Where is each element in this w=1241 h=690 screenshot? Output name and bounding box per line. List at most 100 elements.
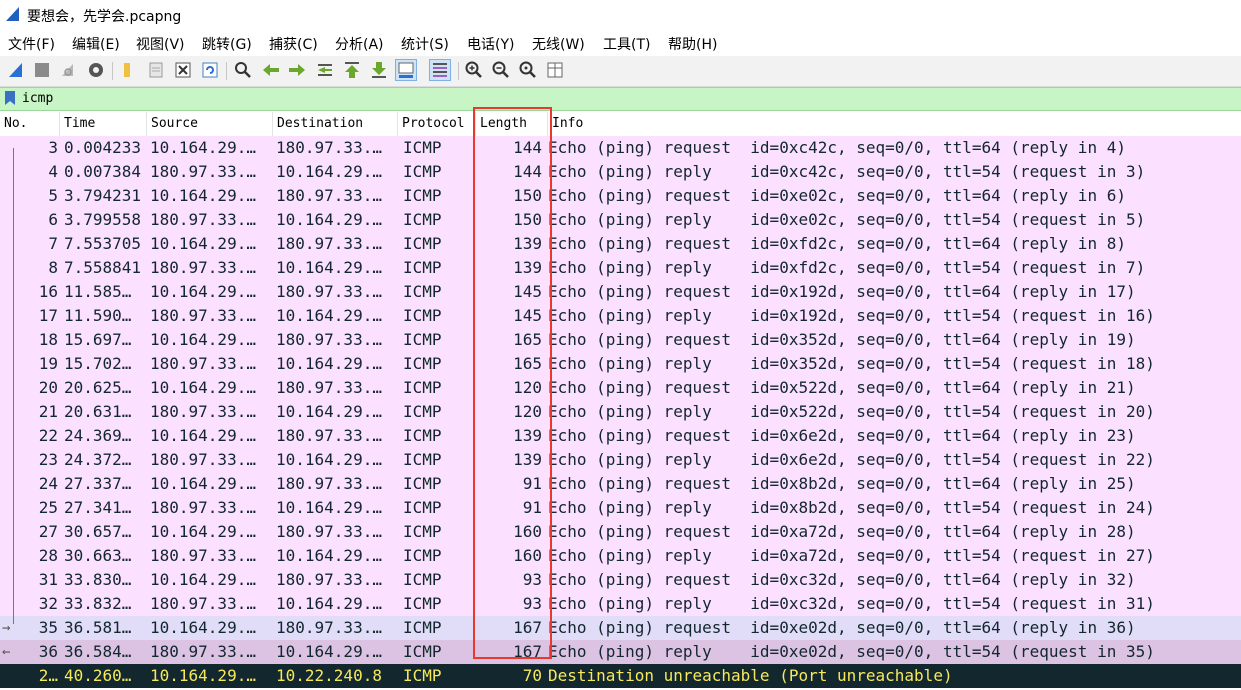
capture-options-icon[interactable] — [86, 60, 106, 80]
cell-info: Echo (ping) request id=0xc42c, seq=0/0, … — [548, 138, 1126, 157]
cell-time: 36.584… — [64, 642, 132, 661]
packet-row[interactable]: 17 11.590… 180.97.33.… 10.164.29.… ICMP 145 Ec… — [0, 304, 1241, 328]
auto-scroll-icon[interactable] — [395, 59, 417, 81]
cell-protocol: ICMP — [403, 474, 442, 493]
cell-length: 150 — [513, 210, 542, 229]
restart-capture-icon[interactable] — [58, 60, 78, 80]
menu-view[interactable]: 视图(V) — [136, 34, 185, 54]
cell-time: 30.657… — [64, 522, 132, 541]
menu-go[interactable]: 跳转(G) — [202, 34, 252, 54]
packet-row[interactable]: 2… 40.260… 10.164.29.… 10.22.240.8 ICMP 70 Des… — [0, 664, 1241, 688]
cell-length: 70 — [522, 666, 542, 685]
cell-destination: 10.164.29.… — [276, 354, 382, 373]
cell-time: 33.832… — [64, 594, 132, 613]
cell-time: 7.558841 — [64, 258, 142, 277]
packet-row[interactable]: 8 7.558841 180.97.33.… 10.164.29.… ICMP 139 Ec… — [0, 256, 1241, 280]
packet-row[interactable]: 5 3.794231 10.164.29.… 180.97.33.… ICMP 150 Ec… — [0, 184, 1241, 208]
menu-file[interactable]: 文件(F) — [8, 34, 55, 54]
bookmark-icon[interactable] — [3, 90, 17, 106]
find-packet-icon[interactable] — [233, 60, 253, 80]
cell-no: 32 — [38, 594, 58, 613]
packet-row[interactable]: 28 30.663… 180.97.33.… 10.164.29.… ICMP 160 Ec… — [0, 544, 1241, 568]
packet-row[interactable]: 31 33.830… 10.164.29.… 180.97.33.… ICMP 93 Ech… — [0, 568, 1241, 592]
menu-statistics[interactable]: 统计(S) — [401, 34, 449, 54]
start-capture-icon[interactable] — [6, 60, 26, 80]
column-header-destination[interactable]: Destination — [273, 112, 398, 136]
cell-time: 3.799558 — [64, 210, 142, 229]
cell-destination: 10.164.29.… — [276, 546, 382, 565]
reload-file-icon[interactable] — [200, 60, 220, 80]
packet-row[interactable]: 35 36.581… 10.164.29.… 180.97.33.… ICMP 167 Ec… — [0, 616, 1241, 640]
go-back-icon[interactable] — [261, 60, 281, 80]
menu-telephony[interactable]: 电话(Y) — [467, 34, 514, 54]
cell-protocol: ICMP — [403, 282, 442, 301]
column-header-time[interactable]: Time — [60, 112, 147, 136]
cell-source: 180.97.33.… — [150, 162, 256, 181]
save-file-icon[interactable] — [146, 60, 166, 80]
packet-row[interactable]: 16 11.585… 10.164.29.… 180.97.33.… ICMP 145 Ec… — [0, 280, 1241, 304]
toolbar-separator — [112, 62, 113, 80]
display-filter-input[interactable] — [20, 89, 1241, 107]
cell-source: 10.164.29.… — [150, 474, 256, 493]
packet-row[interactable]: 3 0.004233 10.164.29.… 180.97.33.… ICMP 144 Ec… — [0, 136, 1241, 160]
cell-protocol: ICMP — [403, 642, 442, 661]
packet-row[interactable]: 22 24.369… 10.164.29.… 180.97.33.… ICMP 139 Ec… — [0, 424, 1241, 448]
cell-time: 0.004233 — [64, 138, 142, 157]
cell-destination: 180.97.33.… — [276, 522, 382, 541]
zoom-out-icon[interactable] — [491, 60, 511, 80]
packet-row[interactable]: 4 0.007384 180.97.33.… 10.164.29.… ICMP 144 Ec… — [0, 160, 1241, 184]
menu-edit[interactable]: 编辑(E) — [72, 34, 120, 54]
menu-analyze[interactable]: 分析(A) — [335, 34, 384, 54]
open-file-icon[interactable] — [118, 60, 138, 80]
packet-row[interactable]: 25 27.341… 180.97.33.… 10.164.29.… ICMP 91 Ech… — [0, 496, 1241, 520]
menu-bar: 文件(F) 编辑(E) 视图(V) 跳转(G) 捕获(C) 分析(A) 统计(S… — [0, 30, 1241, 56]
cell-info: Echo (ping) request id=0xe02d, seq=0/0, … — [548, 618, 1136, 637]
cell-length: 120 — [513, 378, 542, 397]
cell-time: 36.581… — [64, 618, 132, 637]
packet-row[interactable]: 7 7.553705 10.164.29.… 180.97.33.… ICMP 139 Ec… — [0, 232, 1241, 256]
menu-capture[interactable]: 捕获(C) — [269, 34, 318, 54]
packet-row[interactable]: 18 15.697… 10.164.29.… 180.97.33.… ICMP 165 Ec… — [0, 328, 1241, 352]
packet-row[interactable]: 19 15.702… 180.97.33.… 10.164.29.… ICMP 165 Ec… — [0, 352, 1241, 376]
cell-length: 165 — [513, 330, 542, 349]
cell-time: 0.007384 — [64, 162, 142, 181]
zoom-normal-icon[interactable] — [518, 60, 538, 80]
cell-info: Echo (ping) reply id=0x352d, seq=0/0, tt… — [548, 354, 1155, 373]
column-header-length[interactable]: Length — [476, 112, 548, 136]
packet-row[interactable]: 6 3.799558 180.97.33.… 10.164.29.… ICMP 150 Ec… — [0, 208, 1241, 232]
menu-wireless[interactable]: 无线(W) — [532, 34, 585, 54]
column-header-protocol[interactable]: Protocol — [398, 112, 476, 136]
cell-info: Echo (ping) reply id=0x8b2d, seq=0/0, tt… — [548, 498, 1155, 517]
cell-time: 20.625… — [64, 378, 132, 397]
last-packet-icon[interactable] — [369, 60, 389, 80]
first-packet-icon[interactable] — [342, 60, 362, 80]
packet-row[interactable]: 23 24.372… 180.97.33.… 10.164.29.… ICMP 139 Ec… — [0, 448, 1241, 472]
cell-no: 28 — [38, 546, 58, 565]
packet-row[interactable]: 21 20.631… 180.97.33.… 10.164.29.… ICMP 120 Ec… — [0, 400, 1241, 424]
menu-help[interactable]: 帮助(H) — [668, 34, 717, 54]
cell-destination: 10.164.29.… — [276, 306, 382, 325]
column-header-source[interactable]: Source — [147, 112, 273, 136]
stop-capture-icon[interactable] — [32, 60, 52, 80]
go-to-packet-icon[interactable] — [315, 60, 335, 80]
cell-source: 180.97.33.… — [150, 594, 256, 613]
column-header-no[interactable]: No. — [0, 112, 60, 136]
packet-row[interactable]: 32 33.832… 180.97.33.… 10.164.29.… ICMP 93 Ech… — [0, 592, 1241, 616]
cell-destination: 180.97.33.… — [276, 618, 382, 637]
cell-length: 139 — [513, 426, 542, 445]
packet-row[interactable]: 27 30.657… 10.164.29.… 180.97.33.… ICMP 160 Ec… — [0, 520, 1241, 544]
cell-destination: 180.97.33.… — [276, 378, 382, 397]
cell-info: Echo (ping) reply id=0xa72d, seq=0/0, tt… — [548, 546, 1155, 565]
cell-destination: 180.97.33.… — [276, 570, 382, 589]
cell-info: Echo (ping) request id=0xc32d, seq=0/0, … — [548, 570, 1136, 589]
close-file-icon[interactable] — [173, 60, 193, 80]
go-forward-icon[interactable] — [287, 60, 307, 80]
packet-row[interactable]: 36 36.584… 180.97.33.… 10.164.29.… ICMP 167 Ec… — [0, 640, 1241, 664]
column-header-info[interactable]: Info — [548, 112, 1241, 136]
colorize-icon[interactable] — [429, 59, 451, 81]
packet-row[interactable]: 20 20.625… 10.164.29.… 180.97.33.… ICMP 120 Ec… — [0, 376, 1241, 400]
resize-columns-icon[interactable] — [545, 60, 565, 80]
menu-tools[interactable]: 工具(T) — [603, 34, 650, 54]
zoom-in-icon[interactable] — [464, 60, 484, 80]
packet-row[interactable]: 24 27.337… 10.164.29.… 180.97.33.… ICMP 91 Ech… — [0, 472, 1241, 496]
